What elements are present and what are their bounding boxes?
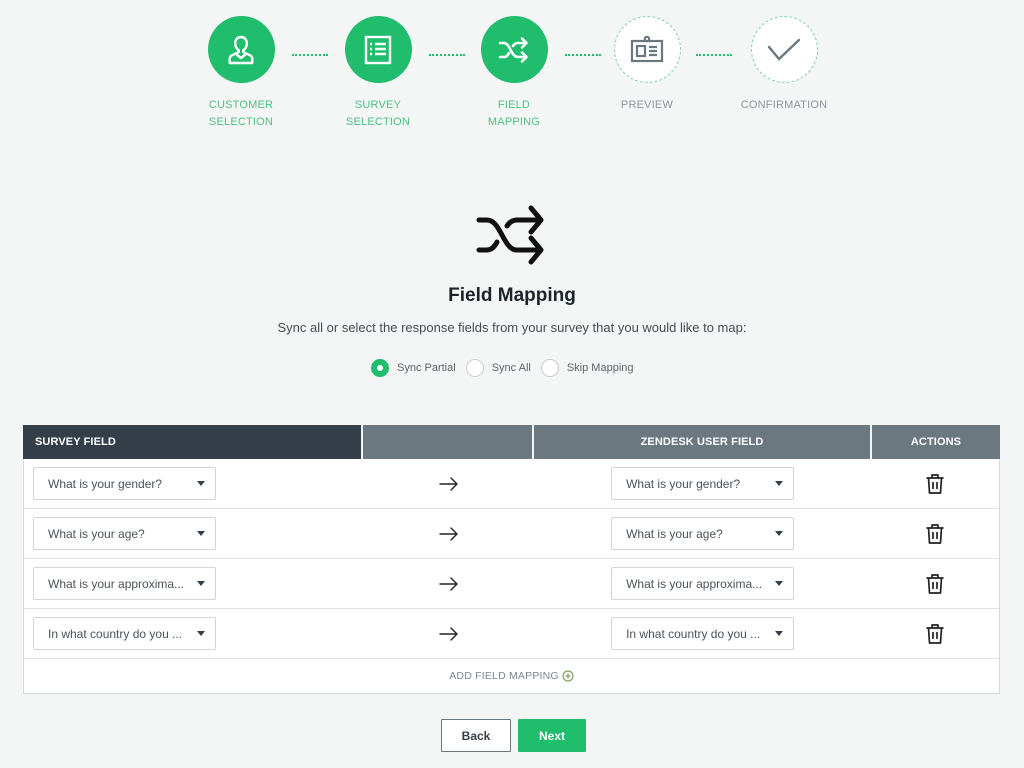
step-label: PREVIEW xyxy=(587,97,707,114)
radio-label: Sync Partial xyxy=(397,362,456,374)
column-header-survey-field: SURVEY FIELD xyxy=(23,425,363,459)
select-value: What is your gender? xyxy=(48,476,163,491)
person-icon xyxy=(228,35,254,64)
radio-button[interactable] xyxy=(465,359,484,377)
trash-icon[interactable] xyxy=(925,473,945,495)
progress-stepper: CUSTOMER SELECTION SURVEY SELECTION FIEL… xyxy=(0,0,1024,140)
add-field-mapping-label: ADD FIELD MAPPING xyxy=(449,670,559,682)
column-header-actions: ACTIONS xyxy=(872,425,1000,459)
step-label-line1: SURVEY xyxy=(354,99,402,111)
table-header: SURVEY FIELD ZENDESK USER FIELD ACTIONS xyxy=(23,425,1000,459)
radio-button[interactable] xyxy=(371,359,389,377)
select-value: In what country do you ... xyxy=(48,626,183,641)
radio-sync-partial[interactable]: Sync Partial xyxy=(371,359,456,377)
table-row: What is your approxima... What is your a… xyxy=(24,559,999,609)
trash-icon[interactable] xyxy=(925,623,945,645)
step-preview[interactable]: PREVIEW xyxy=(587,16,707,114)
caret-down-icon xyxy=(775,581,784,586)
step-label: FIELD MAPPING xyxy=(454,97,574,131)
add-field-mapping-row: ADD FIELD MAPPING xyxy=(24,659,999,693)
step-label-line1: FIELD xyxy=(497,99,531,111)
caret-down-icon xyxy=(775,631,784,636)
sync-mode-radio-group: Sync Partial Sync All Skip Mapping xyxy=(371,359,642,377)
step-circle xyxy=(344,16,412,83)
next-button[interactable]: Next xyxy=(518,719,586,752)
id-badge-icon xyxy=(630,35,664,62)
radio-label: Skip Mapping xyxy=(566,362,634,374)
radio-button[interactable] xyxy=(540,359,559,377)
column-header-arrow xyxy=(363,425,534,459)
add-field-mapping-link[interactable]: ADD FIELD MAPPING xyxy=(449,670,574,682)
table-body: What is your gender? What is your gender… xyxy=(23,459,1000,694)
step-circle xyxy=(613,16,681,83)
select-value: What is your age? xyxy=(626,526,723,541)
shuffle-icon xyxy=(476,205,544,265)
step-label-line1: CUSTOMER xyxy=(208,99,274,111)
step-label: CUSTOMER SELECTION xyxy=(181,97,301,131)
shuffle-icon xyxy=(498,36,528,63)
survey-field-select[interactable]: What is your approxima... xyxy=(33,567,216,600)
zendesk-field-select[interactable]: What is your gender? xyxy=(611,467,795,500)
step-field-mapping[interactable]: FIELD MAPPING xyxy=(454,16,574,131)
caret-down-icon xyxy=(775,481,784,486)
caret-down-icon xyxy=(775,531,784,536)
select-value: What is your gender? xyxy=(626,476,741,491)
caret-down-icon xyxy=(197,581,205,586)
step-label-line1: CONFIRMATION xyxy=(740,99,828,111)
arrow-right-icon xyxy=(438,576,458,591)
wizard-footer: Back Next xyxy=(441,719,586,752)
page-title: Field Mapping xyxy=(448,285,576,306)
step-circle xyxy=(750,16,818,83)
caret-down-icon xyxy=(197,481,205,486)
trash-icon[interactable] xyxy=(925,523,945,545)
column-header-zendesk-user-field: ZENDESK USER FIELD xyxy=(534,425,872,459)
step-circle xyxy=(480,16,548,83)
step-label-line2: MAPPING xyxy=(487,116,541,128)
field-mapping-table: SURVEY FIELD ZENDESK USER FIELD ACTIONS … xyxy=(23,425,1000,694)
select-value: What is your age? xyxy=(48,526,145,541)
step-label: CONFIRMATION xyxy=(724,97,844,114)
zendesk-field-select[interactable]: What is your age? xyxy=(611,517,795,550)
table-row: What is your gender? What is your gender… xyxy=(24,459,999,509)
list-document-icon xyxy=(364,35,392,64)
step-survey-selection[interactable]: SURVEY SELECTION xyxy=(318,16,438,131)
caret-down-icon xyxy=(197,531,205,536)
arrow-right-icon xyxy=(438,476,458,491)
step-customer-selection[interactable]: CUSTOMER SELECTION xyxy=(181,16,301,131)
zendesk-field-select[interactable]: What is your approxima... xyxy=(611,567,795,600)
step-confirmation[interactable]: CONFIRMATION xyxy=(724,16,844,114)
select-value: What is your approxima... xyxy=(626,576,763,591)
step-label: SURVEY SELECTION xyxy=(318,97,438,131)
arrow-right-icon xyxy=(438,626,458,641)
select-value: In what country do you ... xyxy=(626,626,761,641)
survey-field-select[interactable]: In what country do you ... xyxy=(33,617,216,650)
back-button[interactable]: Back xyxy=(441,719,511,752)
select-value: What is your approxima... xyxy=(48,576,185,591)
survey-field-select[interactable]: What is your age? xyxy=(33,517,216,550)
table-row: In what country do you ... In what count… xyxy=(24,609,999,659)
radio-skip-mapping[interactable]: Skip Mapping xyxy=(540,359,634,377)
step-label-line2: SELECTION xyxy=(345,116,411,128)
caret-down-icon xyxy=(197,631,205,636)
checkmark-icon xyxy=(767,38,801,61)
trash-icon[interactable] xyxy=(925,573,945,595)
survey-field-select[interactable]: What is your gender? xyxy=(33,467,216,500)
step-circle xyxy=(207,16,275,83)
radio-label: Sync All xyxy=(491,362,531,374)
table-row: What is your age? What is your age? xyxy=(24,509,999,559)
radio-sync-all[interactable]: Sync All xyxy=(465,359,531,377)
arrow-right-icon xyxy=(438,526,458,541)
step-label-line1: PREVIEW xyxy=(620,99,674,111)
page-subtitle: Sync all or select the response fields f… xyxy=(277,320,747,335)
zendesk-field-select[interactable]: In what country do you ... xyxy=(611,617,795,650)
plus-circle-icon xyxy=(562,670,574,682)
step-label-line2: SELECTION xyxy=(208,116,274,128)
